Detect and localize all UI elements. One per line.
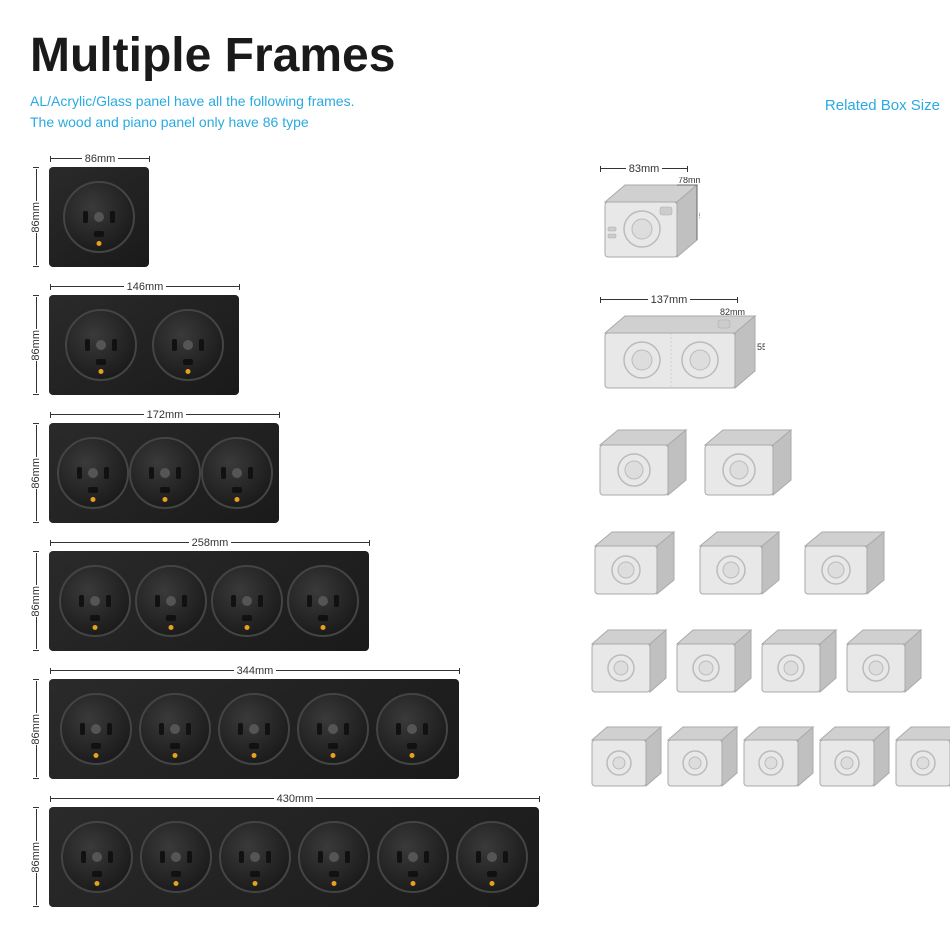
socket-frame-6: [49, 807, 539, 907]
box-svg-5: [590, 626, 930, 706]
frame-row-5: 344mm 86mm: [30, 665, 550, 779]
frame-row-4: 258mm 86mm: [30, 537, 550, 651]
box-row-2: 137mm: [590, 294, 950, 403]
socket-2: [152, 309, 224, 381]
subtitle-line2: The wood and piano panel only have 86 ty…: [30, 114, 309, 130]
related-box-label: Related Box Size: [825, 97, 940, 114]
box-svg-1: 78mm 55mm: [590, 177, 700, 272]
box-svg-6: [590, 724, 950, 802]
frame-row-1: 86mm 86mm: [30, 153, 550, 267]
box-row-6: [590, 724, 950, 802]
main-content: 86mm 86mm: [30, 153, 920, 921]
box-row-3: [590, 425, 950, 510]
box-row-4: [590, 528, 950, 608]
box-svg-3: [590, 425, 810, 510]
box-svg-4: [590, 528, 900, 608]
socket-frame-2: [49, 295, 239, 395]
svg-text:55mm: 55mm: [699, 211, 700, 221]
frame-row-6: 430mm 86mm: [30, 793, 550, 907]
socket-frame-3: [49, 423, 279, 523]
page-title: Multiple Frames: [30, 30, 920, 83]
socket-1: [65, 309, 137, 381]
socket-frame-5: [49, 679, 459, 779]
page-container: Multiple Frames AL/Acrylic/Glass panel h…: [0, 0, 950, 927]
box-row-1: 83mm: [590, 163, 950, 272]
svg-text:78mm: 78mm: [678, 177, 700, 185]
frame-row-2: 146mm 86mm: [30, 281, 550, 395]
socket-frame-4: [49, 551, 369, 651]
frame-row-3: 172mm 86mm: [30, 409, 550, 523]
box-row-5: [590, 626, 950, 706]
boxes-column: 83mm: [550, 153, 950, 921]
frames-column: 86mm 86mm: [30, 153, 550, 921]
box-svg-2: 82mm 55mm: [590, 308, 765, 403]
socket-frame-1: [49, 167, 149, 267]
svg-text:82mm: 82mm: [720, 308, 745, 317]
subtitle: AL/Acrylic/Glass panel have all the foll…: [30, 91, 920, 133]
svg-text:55mm: 55mm: [757, 342, 765, 352]
socket-1: [63, 181, 135, 253]
subtitle-line1: AL/Acrylic/Glass panel have all the foll…: [30, 93, 354, 109]
